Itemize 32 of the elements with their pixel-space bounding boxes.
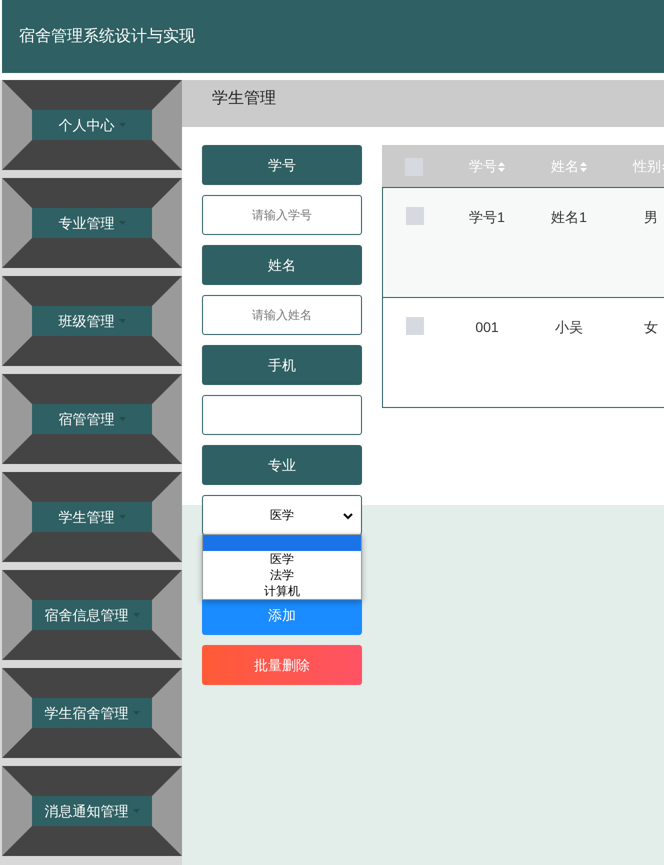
input-field[interactable]: 请输入姓名: [202, 295, 362, 335]
field-label: 姓名: [202, 245, 362, 285]
field-label: 专业: [202, 445, 362, 485]
field-label: 手机: [202, 345, 362, 385]
sidebar-item[interactable]: 宿管管理: [2, 374, 182, 464]
sort-icon[interactable]: [580, 162, 587, 172]
table-cell-text: 姓名1: [551, 208, 587, 227]
dropdown-option[interactable]: 法学: [203, 567, 361, 583]
sidebar-item[interactable]: 宿舍信息管理: [2, 570, 182, 660]
sort-icon[interactable]: [498, 162, 505, 172]
sidebar-item[interactable]: 学生宿舍管理: [2, 668, 182, 758]
table-cell-text: 学号1: [469, 208, 505, 227]
field-label: 学号: [202, 145, 362, 185]
checkbox[interactable]: [406, 207, 424, 225]
chevron-down-icon: [343, 513, 353, 520]
sidebar-item[interactable]: 个人中心: [2, 80, 182, 170]
sidebar-item[interactable]: 消息通知管理: [2, 766, 182, 856]
table-cell-text: 001: [475, 318, 499, 337]
dropdown-option[interactable]: [203, 535, 361, 551]
page-title: 学生管理: [212, 88, 276, 109]
input-field[interactable]: [202, 395, 362, 435]
input-field[interactable]: 请输入学号: [202, 195, 362, 235]
dropdown-option[interactable]: 医学: [203, 551, 361, 567]
table-cell-text: 女: [644, 318, 658, 337]
dropdown-option[interactable]: 计算机: [203, 583, 361, 599]
sidebar-item[interactable]: 学生管理: [2, 472, 182, 562]
table-cell-text: 小吴: [555, 318, 583, 337]
select-field[interactable]: 医学: [202, 495, 362, 535]
sidebar-item[interactable]: 专业管理: [2, 178, 182, 268]
table-cell-text: 男: [644, 208, 658, 227]
checkbox[interactable]: [406, 317, 424, 335]
app-title: 宿舍管理系统设计与实现: [19, 26, 195, 46]
